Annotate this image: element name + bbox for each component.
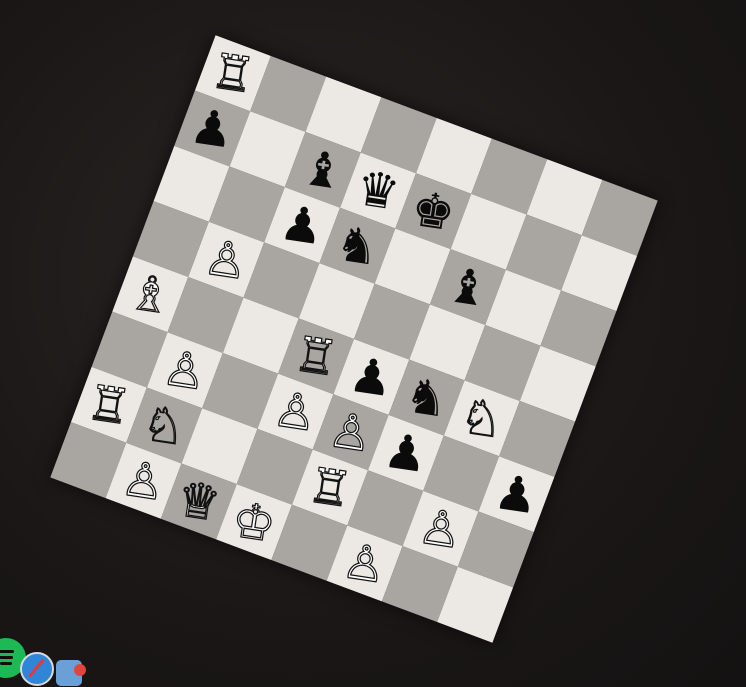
white-queen-icon[interactable]: ♕ [173,470,225,533]
black-knight-icon[interactable]: ♞ [401,367,452,429]
white-knight-icon[interactable]: ♘ [138,394,190,457]
black-bishop-icon[interactable]: ♝ [297,139,348,201]
app-badge-icon [74,664,86,676]
safari-icon[interactable] [20,652,54,686]
white-pawn-icon[interactable]: ♙ [414,497,466,560]
chess-board-frame: ♖ ♟ ♝ ♛ ♚ ♟ ♞ ♝ ♙ ♗ ♖ ♟ ♞ ♘ ♙ ♙ ♙ ♟ ♟ ♖ ♘ ♖ ♙ ♙ ♕ ♔ ♙ [50,35,658,643]
black-pawn-icon[interactable]: ♟ [187,98,238,160]
white-pawn-icon[interactable]: ♙ [200,228,252,291]
black-pawn-icon[interactable]: ♟ [491,463,542,525]
black-pawn-icon[interactable]: ♟ [380,422,431,484]
photo-of-screen: ♖ ♟ ♝ ♛ ♚ ♟ ♞ ♝ ♙ ♗ ♖ ♟ ♞ ♘ ♙ ♙ ♙ ♟ ♟ ♖ ♘ ♖ ♙ ♙ ♕ ♔ ♙ [0,0,746,687]
white-pawn-icon[interactable]: ♙ [269,380,321,443]
black-pawn-icon[interactable]: ♟ [346,346,397,408]
white-pawn-icon[interactable]: ♙ [325,401,377,464]
dock [0,634,100,687]
black-queen-icon[interactable]: ♛ [353,160,404,222]
white-king-icon[interactable]: ♔ [228,491,280,554]
white-rook-icon[interactable]: ♖ [290,325,342,388]
chess-board[interactable]: ♖ ♟ ♝ ♛ ♚ ♟ ♞ ♝ ♙ ♗ ♖ ♟ ♞ ♘ ♙ ♙ ♙ ♟ ♟ ♖ ♘ ♖ ♙ ♙ ♕ ♔ ♙ [50,35,658,643]
white-rook-icon[interactable]: ♖ [207,42,259,105]
black-pawn-icon[interactable]: ♟ [277,194,328,256]
white-pawn-icon[interactable]: ♙ [159,339,211,402]
white-bishop-icon[interactable]: ♗ [124,263,176,326]
white-rook-icon[interactable]: ♖ [83,373,135,436]
black-king-icon[interactable]: ♚ [408,180,459,242]
white-knight-icon[interactable]: ♘ [456,387,508,450]
white-pawn-icon[interactable]: ♙ [339,532,391,595]
black-knight-icon[interactable]: ♞ [332,215,383,277]
white-pawn-icon[interactable]: ♙ [118,449,170,512]
white-rook-icon[interactable]: ♖ [304,456,356,519]
black-bishop-icon[interactable]: ♝ [442,256,493,318]
